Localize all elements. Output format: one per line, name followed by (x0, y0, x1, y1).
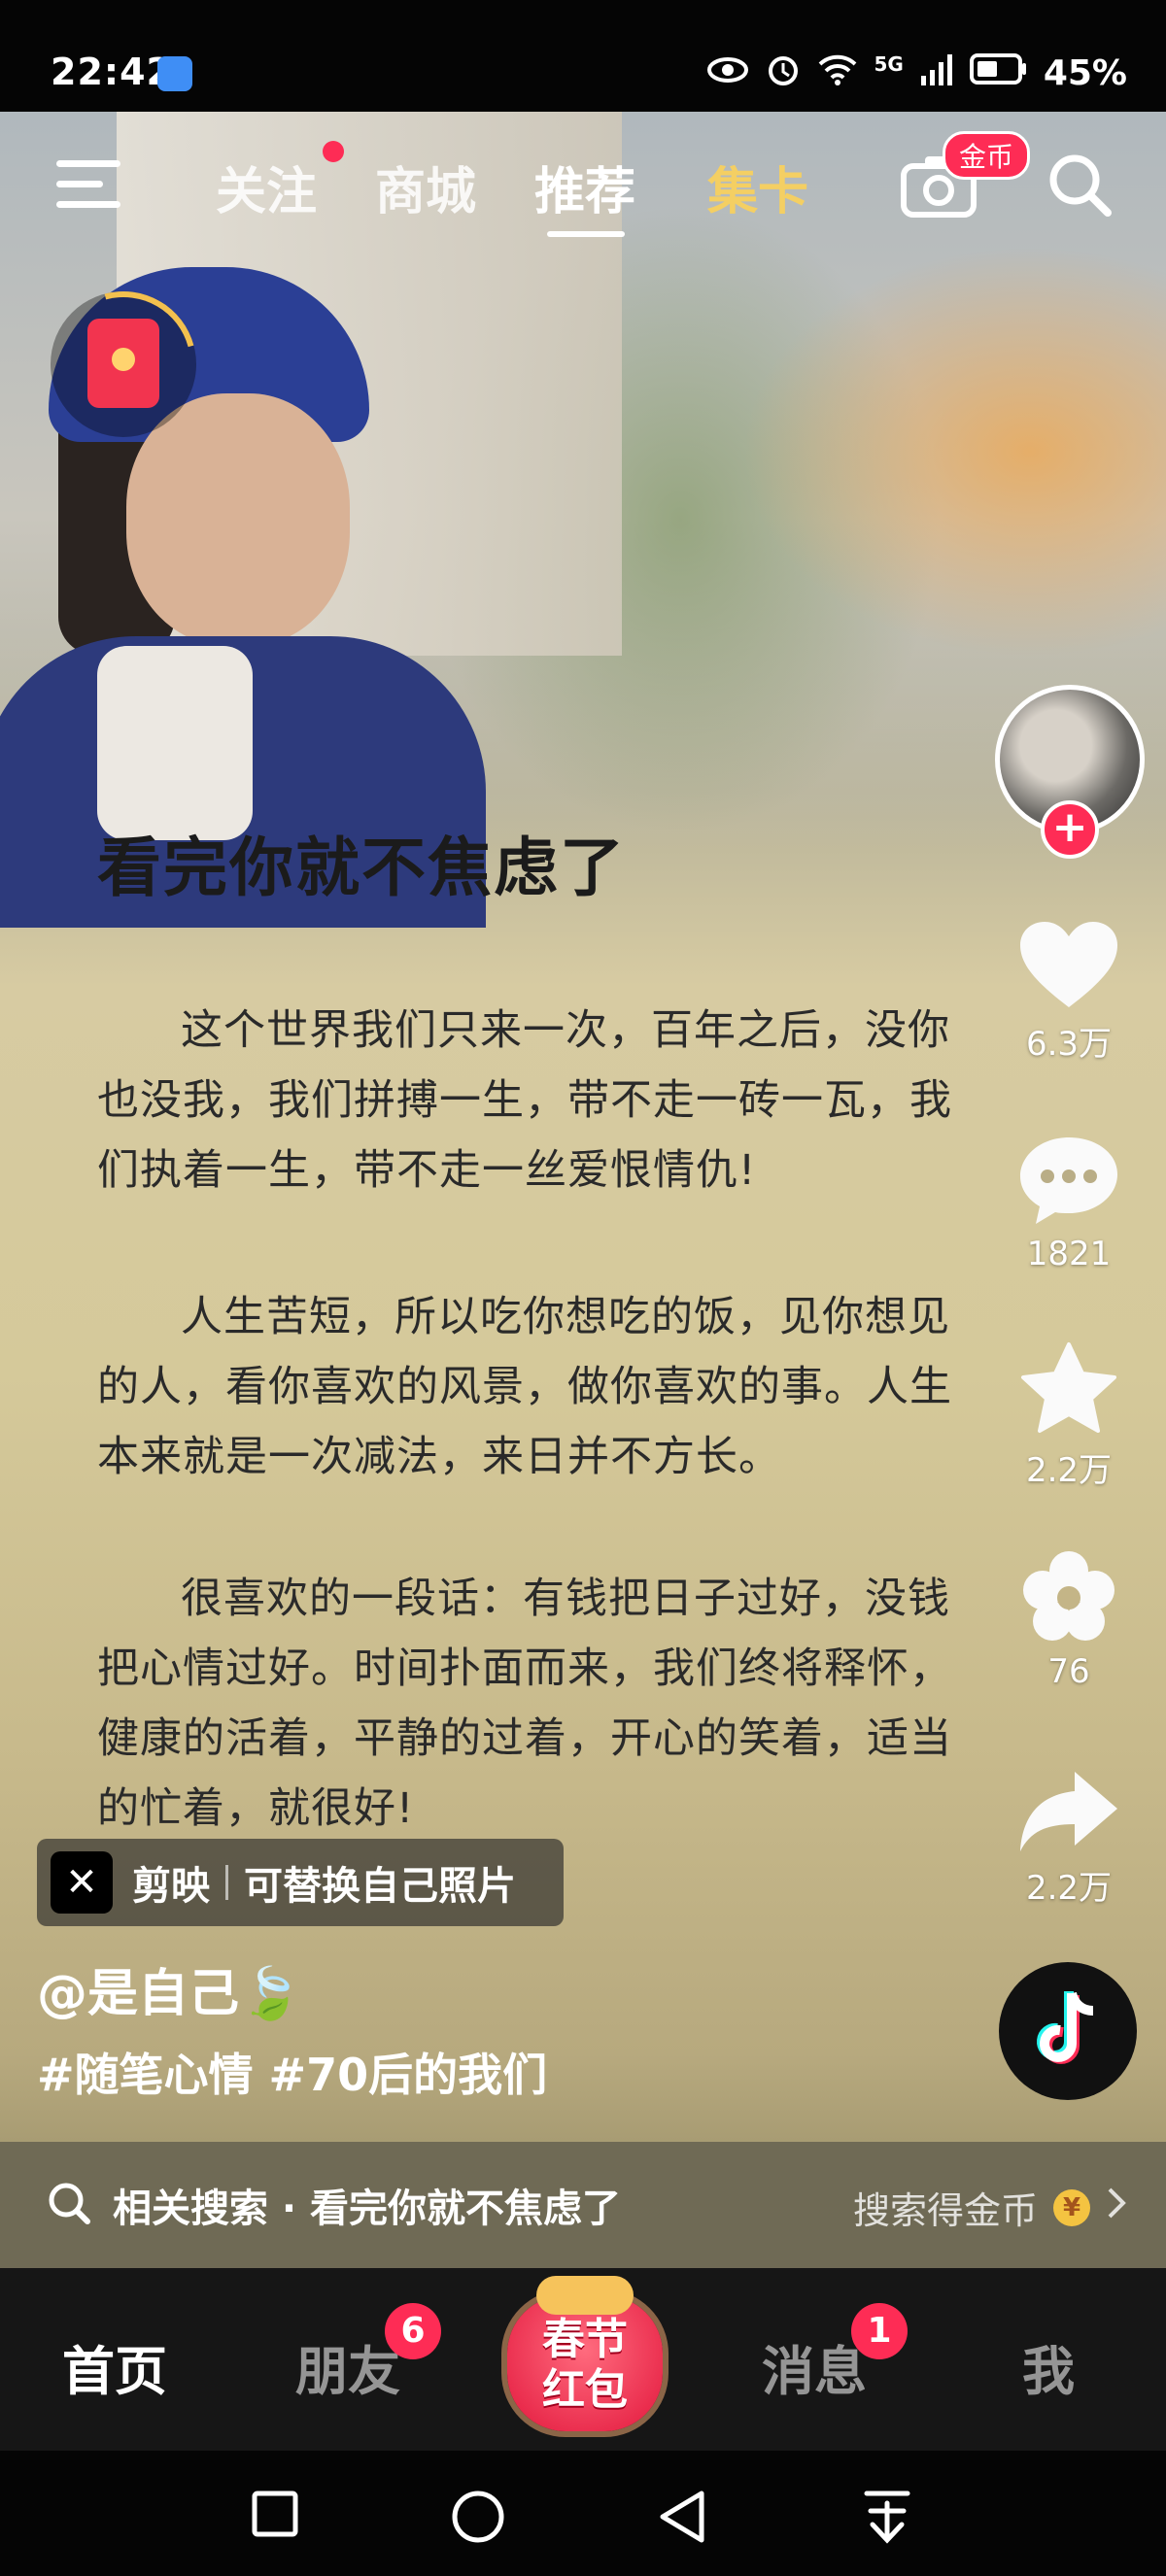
messages-badge: 1 (851, 2303, 908, 2359)
hashtags[interactable]: #随笔心情 #70后的我们 (37, 2040, 547, 2104)
search-icon (47, 2181, 91, 2229)
author-name[interactable]: @是自己🍃 (37, 1952, 302, 2025)
back-icon[interactable] (657, 2490, 707, 2544)
share-count: 2.2万 (1025, 1869, 1113, 1908)
top-nav: 关注 商城 推荐 集卡 金币 (0, 112, 1166, 248)
signal-icon: 5G (874, 52, 903, 76)
like-count: 6.3万 (1025, 1025, 1113, 1064)
capcut-template-tag[interactable]: ✕ 剪映 可替换自己照片 (37, 1839, 564, 1926)
friends-badge: 6 (385, 2303, 441, 2359)
signal-bars-icon (919, 52, 954, 94)
coin-icon: ¥ (1053, 2188, 1090, 2226)
follow-button[interactable]: + (1041, 800, 1099, 859)
search-earn-coins[interactable]: 搜索得金币 ¥ (853, 2181, 1127, 2234)
music-disc-icon[interactable] (999, 1962, 1137, 2100)
share-icon (1020, 1772, 1117, 1851)
bottom-tab-bar: 首页 朋友 6 春节 红包 消息 1 我 (0, 2268, 1166, 2451)
flower-button[interactable]: 76 (1011, 1549, 1127, 1691)
eye-icon (706, 53, 749, 93)
video-paragraph-3: 很喜欢的一段话：有钱把日子过好，没钱把心情过好。时间扑面而来，我们终将释怀，健康… (97, 1575, 952, 1833)
coin-badge: 金币 (943, 131, 1031, 180)
home-icon[interactable] (451, 2490, 505, 2544)
tab-friends[interactable]: 朋友 (295, 2328, 400, 2405)
spring-label-line1: 春节 (542, 2315, 628, 2364)
spring-festival-red-envelope-button[interactable]: 春节 红包 (497, 2276, 672, 2441)
related-search-bar[interactable]: 相关搜索 · 看完你就不焦虑了 搜索得金币 ¥ (0, 2142, 1166, 2268)
red-envelope-widget[interactable] (23, 264, 223, 464)
active-tab-indicator (547, 231, 625, 237)
like-button[interactable]: 6.3万 (1011, 918, 1127, 1065)
flower-count: 76 (1047, 1652, 1090, 1691)
heart-icon (1020, 922, 1117, 1007)
capcut-desc: 可替换自己照片 (244, 1864, 516, 1909)
battery-icon (969, 53, 1028, 93)
tab-home[interactable]: 首页 (62, 2328, 167, 2405)
share-button[interactable]: 2.2万 (1011, 1768, 1127, 1909)
status-icons: 5G 45% (706, 51, 1127, 96)
gold-coin-icon (536, 2276, 634, 2315)
video-heading: 看完你就不焦虑了 (97, 830, 626, 905)
capcut-name: 剪映 (132, 1864, 210, 1909)
network-label: 5G (874, 51, 904, 76)
system-nav-bar (0, 2451, 1166, 2576)
comment-count: 1821 (1026, 1235, 1112, 1273)
capcut-logo-icon: ✕ (51, 1851, 113, 1914)
alarm-icon (765, 51, 802, 96)
flower-icon (1023, 1551, 1115, 1641)
star-icon (1021, 1342, 1116, 1433)
following-dot (323, 141, 344, 162)
recent-apps-icon[interactable] (251, 2490, 299, 2538)
tab-following[interactable]: 关注 (216, 151, 317, 223)
chevron-right-icon (1106, 2186, 1127, 2229)
app-notification-icon (157, 56, 192, 91)
favorite-count: 2.2万 (1025, 1451, 1113, 1490)
wifi-icon (817, 52, 858, 94)
comment-icon (1020, 1137, 1117, 1224)
video-paragraph-1: 这个世界我们只来一次，百年之后，没你也没我，我们拼搏一生，带不走一砖一瓦，我们执… (97, 1006, 952, 1195)
divider (225, 1865, 228, 1900)
tab-recommend[interactable]: 推荐 (534, 151, 635, 223)
video-paragraph-2: 人生苦短，所以吃你想吃的饭，见你想见的人，看你喜欢的风景，做你喜欢的事。人生本来… (97, 1293, 952, 1481)
favorite-button[interactable]: 2.2万 (1011, 1340, 1127, 1491)
status-time: 22:42 (51, 51, 173, 93)
spring-label-line2: 红包 (542, 2365, 628, 2415)
battery-percent: 45% (1043, 53, 1127, 93)
tab-messages[interactable]: 消息 (762, 2328, 867, 2405)
search-earn-label: 搜索得金币 (852, 2189, 1038, 2232)
related-search-label: 相关搜索 · 看完你就不焦虑了 (113, 2186, 622, 2231)
menu-icon[interactable] (56, 160, 120, 211)
comment-button[interactable]: 1821 (1011, 1132, 1127, 1273)
drawer-down-icon[interactable] (863, 2490, 911, 2544)
tab-collect-cards[interactable]: 集卡 (707, 151, 808, 223)
search-icon[interactable] (1046, 151, 1114, 219)
red-envelope-icon (87, 319, 159, 408)
tab-me[interactable]: 我 (1022, 2328, 1075, 2405)
status-bar: 22:42 5G 45% (0, 0, 1166, 112)
tab-mall[interactable]: 商城 (375, 151, 476, 223)
